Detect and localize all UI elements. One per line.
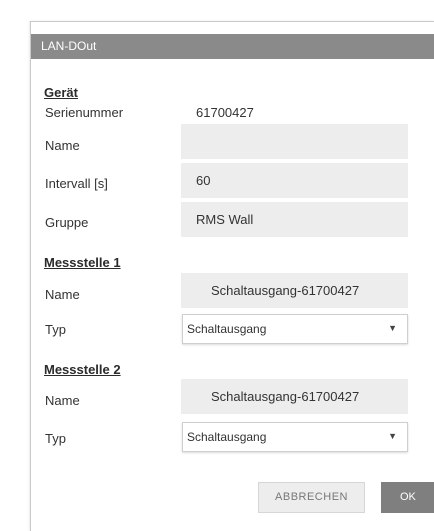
mp1-type-value: Schaltausgang <box>187 322 267 336</box>
cancel-button[interactable]: ABBRECHEN <box>258 482 365 513</box>
mp1-type-label: Typ <box>45 322 66 337</box>
mp2-name-value: Schaltausgang-61700427 <box>211 389 360 404</box>
mp2-name-label: Name <box>45 393 80 408</box>
group-value: RMS Wall <box>196 212 254 227</box>
mp2-type-label: Typ <box>45 431 66 446</box>
mp1-type-select[interactable]: Schaltausgang ▼ <box>182 314 408 344</box>
group-label: Gruppe <box>45 215 89 230</box>
mp1-name-label: Name <box>45 287 80 302</box>
mp2-type-value: Schaltausgang <box>187 430 267 444</box>
measuring-point-2-heading: Messstelle 2 <box>44 362 121 377</box>
interval-field[interactable]: 60 <box>181 163 408 198</box>
ok-button[interactable]: OK <box>381 482 434 513</box>
device-name-field[interactable] <box>181 124 408 159</box>
interval-label: Intervall [s] <box>45 176 108 191</box>
mp2-type-select[interactable]: Schaltausgang ▼ <box>182 422 408 452</box>
group-field[interactable]: RMS Wall <box>181 202 408 237</box>
measuring-point-1-heading: Messstelle 1 <box>44 255 121 270</box>
chevron-down-icon: ▼ <box>388 431 397 441</box>
device-section-heading: Gerät <box>44 85 78 100</box>
interval-value: 60 <box>196 173 211 188</box>
mp1-name-value: Schaltausgang-61700427 <box>211 283 360 298</box>
device-name-label: Name <box>45 138 80 153</box>
serial-number-value: 61700427 <box>196 105 254 120</box>
lan-dout-dialog: LAN-DOut Gerät Serienummer 61700427 Name… <box>30 21 434 531</box>
dialog-titlebar: LAN-DOut <box>31 34 434 59</box>
serial-number-label: Serienummer <box>45 105 124 120</box>
dialog-title: LAN-DOut <box>41 39 97 53</box>
mp2-name-field[interactable]: Schaltausgang-61700427 <box>181 379 408 414</box>
mp1-name-field[interactable]: Schaltausgang-61700427 <box>181 273 408 308</box>
chevron-down-icon: ▼ <box>388 323 397 333</box>
